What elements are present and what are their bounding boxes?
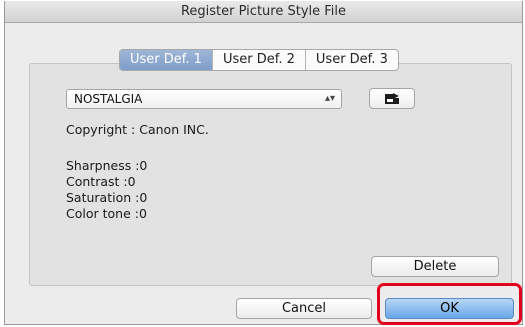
- sharpness-text: Sharpness :0: [66, 158, 148, 173]
- picture-style-select[interactable]: NOSTALGIA ▴▾: [66, 89, 342, 109]
- dialog-title: Register Picture Style File: [5, 1, 522, 23]
- tab-user-def-2[interactable]: User Def. 2: [211, 50, 305, 70]
- contrast-text: Contrast :0: [66, 174, 136, 189]
- select-arrows-icon: ▴▾: [324, 93, 335, 104]
- tab-user-def-3[interactable]: User Def. 3: [304, 50, 398, 70]
- open-file-icon: [385, 92, 399, 104]
- user-def-tabs: User Def. 1 User Def. 2 User Def. 3: [119, 49, 399, 71]
- cancel-button[interactable]: Cancel: [236, 298, 372, 319]
- tab-user-def-1[interactable]: User Def. 1: [120, 50, 212, 70]
- ok-highlight-box: [377, 283, 522, 325]
- picture-style-value: NOSTALGIA: [74, 92, 143, 106]
- color-tone-text: Color tone :0: [66, 206, 147, 221]
- saturation-text: Saturation :0: [66, 190, 148, 205]
- delete-button[interactable]: Delete: [371, 256, 499, 277]
- copyright-text: Copyright : Canon INC.: [66, 122, 209, 137]
- open-file-button[interactable]: [369, 88, 415, 109]
